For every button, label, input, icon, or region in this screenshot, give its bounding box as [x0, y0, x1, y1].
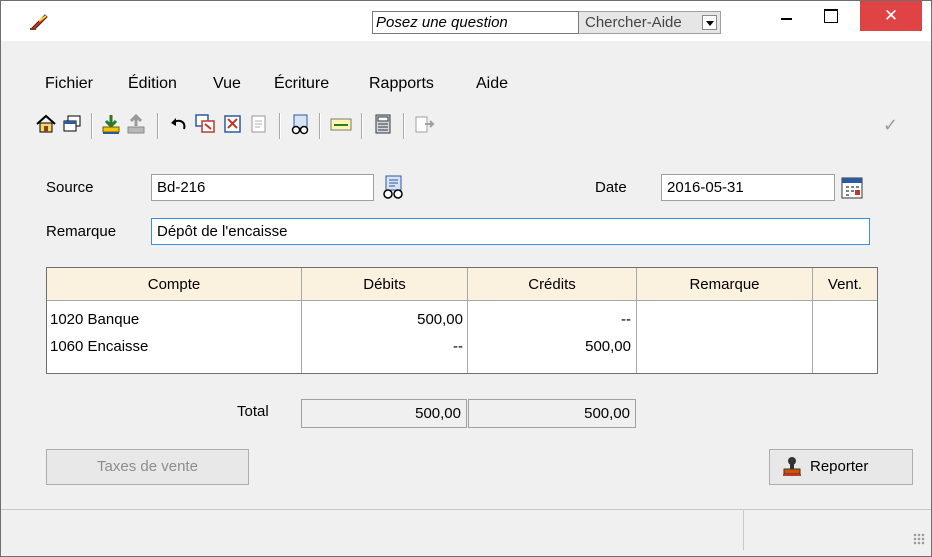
status-separator [743, 510, 744, 550]
minimize-button[interactable] [766, 1, 808, 33]
date-input[interactable]: 2016-05-31 [661, 174, 835, 201]
copy-entry-icon[interactable] [194, 113, 216, 135]
credit-cell[interactable]: -- [471, 309, 631, 331]
calculator-icon[interactable] [372, 113, 394, 135]
journal-grid: Compte Débits Crédits Remarque Vent. 102… [46, 267, 878, 374]
account-cell[interactable]: 1060 Encaisse [50, 336, 300, 358]
debit-cell[interactable]: -- [305, 336, 463, 358]
save-icon[interactable] [100, 113, 122, 135]
resize-grip-icon[interactable] [913, 533, 925, 545]
checkmark-icon: ✓ [883, 115, 899, 136]
column-header-compte[interactable]: Compte [47, 268, 302, 301]
debit-cell[interactable]: 500,00 [305, 309, 463, 331]
search-help-label: Chercher-Aide [585, 14, 682, 31]
lookup-icon[interactable] [289, 113, 311, 135]
total-debit: 500,00 [301, 399, 467, 428]
toolbar-separator [91, 113, 92, 139]
close-button[interactable]: ✕ [860, 1, 922, 31]
account-cell[interactable]: 1020 Banque [50, 309, 300, 331]
menu-fichier[interactable]: Fichier [45, 75, 93, 93]
total-label: Total [237, 403, 269, 420]
menu-edition[interactable]: Édition [128, 75, 177, 93]
undo-icon[interactable] [168, 113, 190, 135]
post-button-label: Reporter [810, 458, 869, 475]
source-input[interactable]: Bd-216 [151, 174, 374, 201]
menu-aide[interactable]: Aide [476, 75, 508, 93]
menu-ecriture[interactable]: Écriture [274, 75, 329, 93]
toolbar-separator [319, 113, 320, 139]
date-label: Date [595, 179, 627, 196]
export-icon[interactable] [413, 113, 435, 135]
source-label: Source [46, 179, 94, 196]
post-button[interactable]: Reporter [769, 449, 913, 485]
credit-cell[interactable]: 500,00 [471, 336, 631, 358]
cancel-entry-icon[interactable] [222, 113, 244, 135]
maximize-button[interactable] [808, 1, 854, 33]
total-credit: 500,00 [468, 399, 636, 428]
toolbar-separator [403, 113, 404, 139]
app-feather-icon [29, 14, 48, 30]
column-header-debits[interactable]: Débits [302, 268, 468, 301]
home-icon[interactable] [35, 113, 57, 135]
restore-window-icon[interactable] [61, 113, 83, 135]
allocate-icon[interactable] [330, 113, 352, 135]
column-header-credits[interactable]: Crédits [468, 268, 637, 301]
chevron-down-icon[interactable] [702, 15, 717, 30]
toolbar: ✓ [1, 107, 931, 143]
menu-bar: Fichier Édition Vue Écriture Rapports Ai… [1, 71, 931, 101]
status-bar [1, 509, 931, 550]
toolbar-separator [279, 113, 280, 139]
reverse-entry-icon[interactable] [248, 113, 270, 135]
title-bar: Posez une question Chercher-Aide ✕ [1, 1, 931, 41]
grid-column [637, 301, 813, 373]
upload-icon[interactable] [125, 113, 147, 135]
column-header-remarque[interactable]: Remarque [637, 268, 813, 301]
remark-label: Remarque [46, 223, 117, 240]
toolbar-separator [157, 113, 158, 139]
menu-vue[interactable]: Vue [213, 75, 241, 93]
calendar-icon[interactable] [840, 176, 864, 200]
lookup-icon[interactable] [381, 174, 405, 200]
column-header-vent[interactable]: Vent. [813, 268, 877, 301]
journal-entry-window: Posez une question Chercher-Aide ✕ Fichi… [0, 0, 932, 557]
toolbar-separator [361, 113, 362, 139]
sales-tax-button[interactable]: Taxes de vente [46, 449, 249, 485]
menu-rapports[interactable]: Rapports [369, 75, 434, 93]
help-question-input[interactable]: Posez une question [372, 11, 579, 34]
remark-input[interactable]: Dépôt de l'encaisse [151, 218, 870, 245]
stamp-icon [783, 457, 801, 476]
search-help-button[interactable]: Chercher-Aide [579, 11, 721, 34]
